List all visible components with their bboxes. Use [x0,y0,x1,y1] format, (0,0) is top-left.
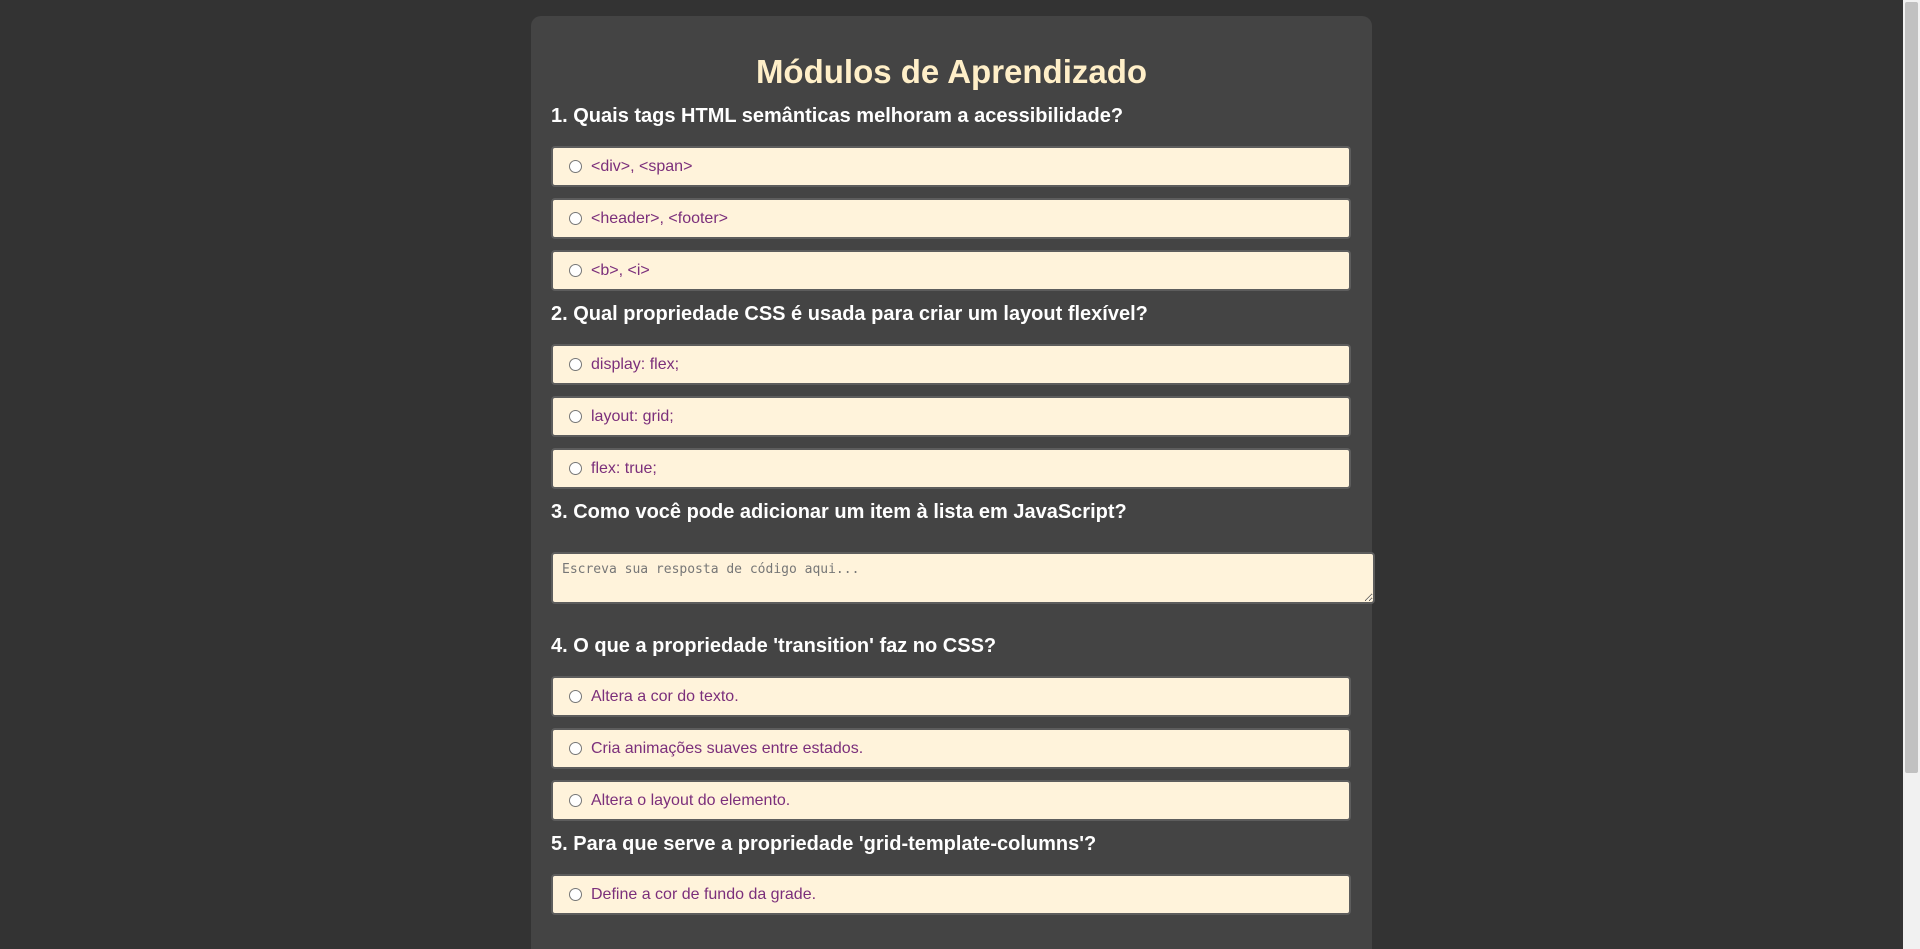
option-label: Define a cor de fundo da grade. [591,885,817,903]
radio-button[interactable] [569,888,582,901]
question-2-option-3[interactable]: flex: true; [551,448,1351,489]
question-4-option-3[interactable]: Altera o layout do elemento. [551,780,1351,821]
option-label: <b>, <i> [591,261,650,279]
question-1-option-2[interactable]: <header>, <footer> [551,198,1351,239]
quiz-container: Módulos de Aprendizado 1. Quais tags HTM… [531,16,1375,949]
question-4-title: 4. O que a propriedade 'transition' faz … [551,635,997,657]
code-answer-textarea[interactable] [551,552,1375,604]
radio-button[interactable] [569,264,582,277]
option-label: flex: true; [591,459,657,477]
radio-button[interactable] [569,462,582,475]
page-title: Módulos de Aprendizado [755,53,1148,90]
question-1-option-1[interactable]: <div>, <span> [551,146,1351,187]
question-5-option-1[interactable]: Define a cor de fundo da grade. [551,874,1351,915]
radio-button[interactable] [569,690,582,703]
question-4-option-2[interactable]: Cria animações suaves entre estados. [551,728,1351,769]
question-5-title: 5. Para que serve a propriedade 'grid-te… [551,833,1097,855]
page-viewport: Módulos de Aprendizado 1. Quais tags HTM… [0,0,1920,949]
question-4-option-1[interactable]: Altera a cor do texto. [551,676,1351,717]
option-label: Altera a cor do texto. [591,687,739,705]
radio-button[interactable] [569,160,582,173]
question-3-title: 3. Como você pode adicionar um item à li… [551,501,1127,523]
vertical-scrollbar[interactable] [1903,0,1920,949]
question-4-options: Altera a cor do texto. Cria animações su… [551,676,1352,821]
question-2-options: display: flex; layout: grid; flex: true; [551,344,1352,489]
option-label: Cria animações suaves entre estados. [591,739,864,757]
option-label: Altera o layout do elemento. [591,791,791,809]
radio-button[interactable] [569,794,582,807]
radio-button[interactable] [569,358,582,371]
scrollbar-thumb[interactable] [1905,2,1918,773]
question-1-title: 1. Quais tags HTML semânticas melhoram a… [551,105,1124,127]
option-label: <header>, <footer> [591,209,728,227]
question-2-title: 2. Qual propriedade CSS é usada para cri… [551,303,1148,325]
option-label: layout: grid; [591,407,674,425]
radio-button[interactable] [569,742,582,755]
option-label: <div>, <span> [591,157,693,175]
radio-button[interactable] [569,410,582,423]
radio-button[interactable] [569,212,582,225]
option-label: display: flex; [591,355,680,373]
question-5-options: Define a cor de fundo da grade. [551,874,1352,915]
question-1-option-3[interactable]: <b>, <i> [551,250,1351,291]
question-2-option-2[interactable]: layout: grid; [551,396,1351,437]
question-1-options: <div>, <span> <header>, <footer> <b>, <i… [551,146,1352,291]
question-2-option-1[interactable]: display: flex; [551,344,1351,385]
question-3-answer-wrap [551,552,1375,604]
